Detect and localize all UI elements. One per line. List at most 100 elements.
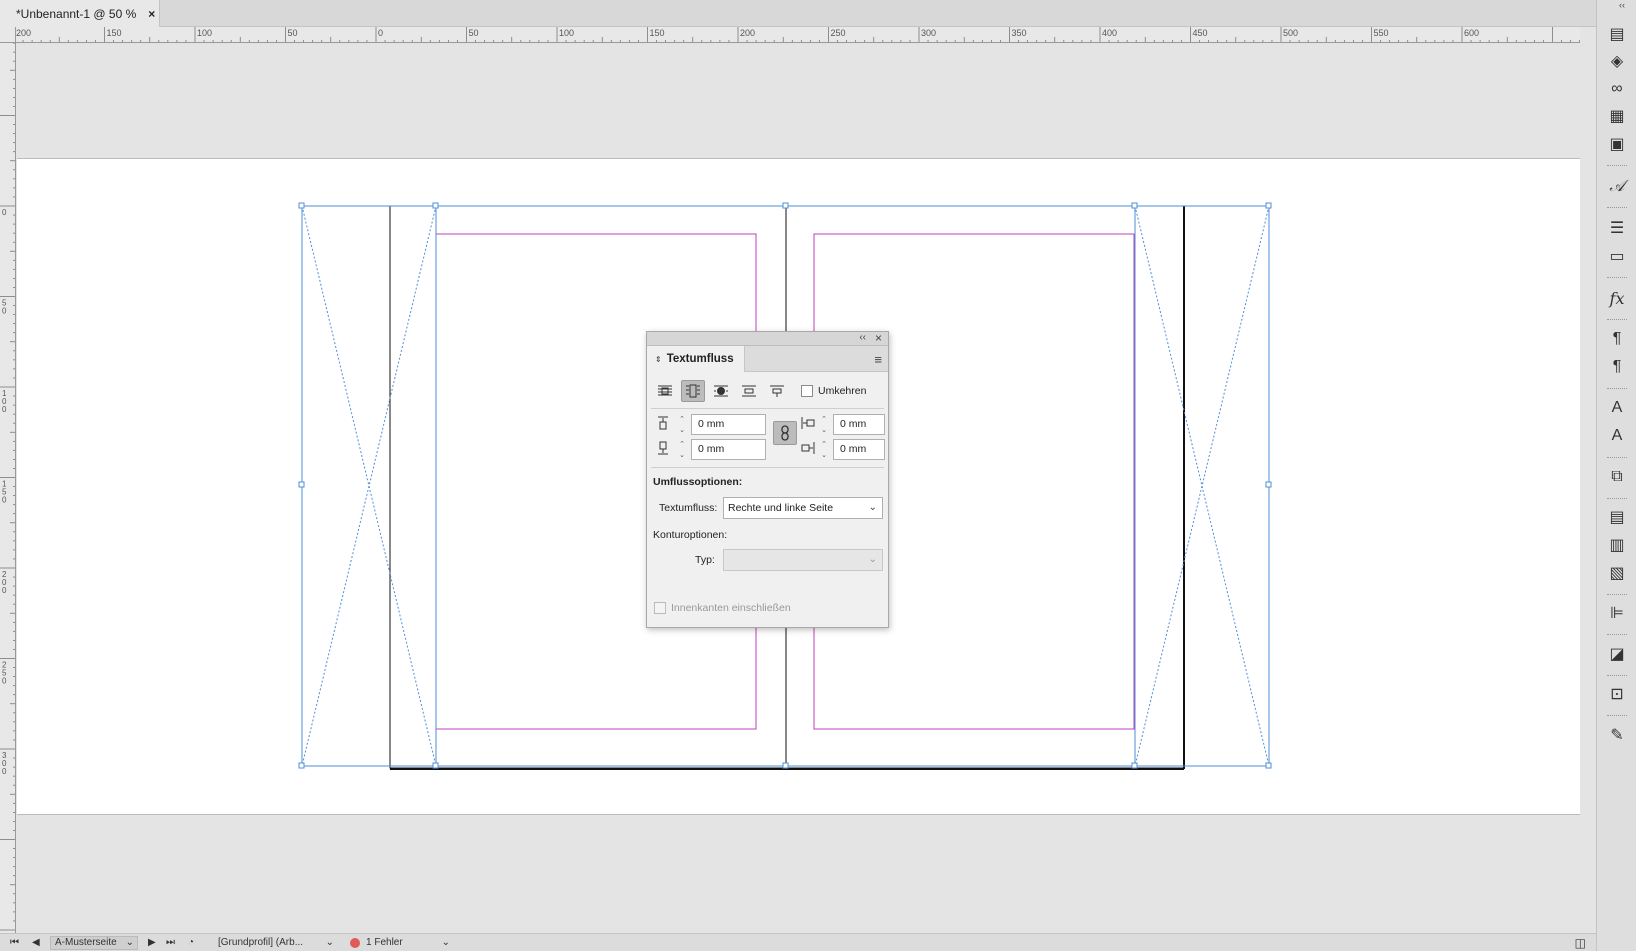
right-offset-field[interactable]: 0 mm [833, 439, 885, 460]
left-offset-stepper[interactable]: ⌃ ⌄ [817, 414, 831, 435]
invert-label: Umkehren [818, 385, 867, 397]
close-panel-icon[interactable]: × [875, 331, 882, 345]
chevron-down-icon: ⌄ [868, 502, 877, 513]
expand-dock-icon[interactable]: ‹‹ [1619, 0, 1625, 10]
handle-br [1265, 762, 1272, 769]
chevron-down-icon: ⌄ [868, 554, 877, 565]
open-page-icon[interactable]: ◔ [188, 937, 202, 948]
wrap-bounding-box-icon [686, 384, 700, 398]
collapse-panel-icon[interactable]: ‹‹ [859, 332, 866, 343]
dock-separator [1607, 165, 1627, 167]
previous-page-icon[interactable]: ◀ [32, 937, 42, 948]
left-offset-icon [801, 417, 815, 429]
object-styles-icon[interactable]: ⧉ [1605, 466, 1629, 488]
character-icon[interactable]: A [1605, 397, 1629, 419]
effects-icon[interactable]: fx [1605, 287, 1629, 309]
preflight-errors[interactable]: 1 Fehler ⌄ [350, 937, 450, 948]
panel-titlebar[interactable]: ‹‹ × [647, 331, 888, 346]
dock-separator [1607, 457, 1627, 459]
panel-divider-2 [651, 467, 884, 468]
include-inside-edges-checkbox[interactable] [654, 602, 666, 614]
stroke-icon[interactable]: ☰ [1605, 217, 1629, 239]
handle-tl [298, 202, 305, 209]
table-styles-icon[interactable]: ▥ [1605, 534, 1629, 556]
jump-next-column-icon [770, 385, 784, 397]
table-icon[interactable]: ▤ [1605, 506, 1629, 528]
dock-separator [1607, 319, 1627, 321]
first-page-icon[interactable]: ⏮ [10, 937, 24, 948]
text-wrap-panel[interactable]: ‹‹ × ⇕ Textumfluss ≡ Umkehren ⌃ ⌄ 0 mm ⌃ ⌄… [646, 331, 889, 628]
align-icon[interactable]: ⊫ [1605, 602, 1629, 624]
wrap-to-value: Rechte und linke Seite [728, 502, 834, 514]
type-label: Typ: [695, 554, 715, 566]
wrap-to-select[interactable]: Rechte und linke Seite ⌄ [723, 497, 883, 519]
bottom-offset-stepper[interactable]: ⌃ ⌄ [675, 439, 689, 460]
right-offset-icon [801, 442, 815, 454]
contour-options-heading: Konturoptionen: [653, 529, 728, 541]
preflight-profile-select[interactable]: [Grundprofil] (Arb... ⌄ [218, 937, 334, 948]
paragraph-icon[interactable]: ¶ [1605, 328, 1629, 350]
panel-menu-icon[interactable]: ≡ [874, 352, 882, 367]
character-styles-icon[interactable]: 𝒜 [1605, 175, 1629, 197]
handle-mr [1265, 481, 1272, 488]
next-page-icon[interactable]: ▶ [148, 937, 158, 948]
handle-bl [298, 762, 305, 769]
layers-icon[interactable]: ◈ [1605, 50, 1629, 72]
tab-text-wrap[interactable]: ⇕ Textumfluss [647, 346, 745, 372]
invert-checkbox[interactable] [801, 385, 813, 397]
no-wrap-button[interactable] [653, 380, 677, 402]
link-offsets-button[interactable] [773, 421, 797, 445]
right-offset-stepper[interactable]: ⌃ ⌄ [817, 439, 831, 460]
wrap-bounding-box-button[interactable] [681, 380, 705, 402]
jump-next-column-button[interactable] [765, 380, 789, 402]
gradient-icon[interactable]: ▭ [1605, 245, 1629, 267]
panel-tab-row: ⇕ Textumfluss ≡ [647, 346, 888, 372]
chevron-down-icon: ⌄ [325, 937, 334, 948]
dock-separator [1607, 207, 1627, 209]
status-bar: ⏮ ◀ A-Musterseite ⌄ ▶ ⏭ ◔ [Grundprofil] … [0, 933, 1596, 951]
libraries-icon[interactable]: ▦ [1605, 105, 1629, 127]
layout-toggle-icon[interactable]: ◫ [1575, 936, 1586, 950]
bottom-offset-field[interactable]: 0 mm [691, 439, 766, 460]
handle-tm [782, 202, 789, 209]
jump-object-button[interactable] [737, 380, 761, 402]
error-count: 1 Fehler [366, 937, 403, 948]
preflight-profile: [Grundprofil] (Arb... [218, 937, 304, 948]
left-offset-field[interactable]: 0 mm [833, 414, 885, 435]
handle-inner-r [1131, 202, 1138, 209]
page-number-field[interactable]: A-Musterseite ⌄ [50, 935, 138, 950]
handle-inner-rb [1131, 762, 1138, 769]
last-page-icon[interactable]: ⏭ [166, 937, 180, 948]
top-offset-icon [658, 416, 668, 430]
chevron-down-icon: ⌄ [125, 937, 134, 948]
cell-styles-icon[interactable]: ▧ [1605, 562, 1629, 584]
bottom-offset-icon [658, 441, 668, 455]
handle-bm [782, 762, 789, 769]
cc-libraries-icon[interactable]: ▣ [1605, 133, 1629, 155]
top-offset-field[interactable]: 0 mm [691, 414, 766, 435]
type-select[interactable]: ⌄ [723, 549, 883, 571]
tab-grip-icon: ⇕ [655, 354, 662, 364]
pages-icon[interactable]: ▤ [1605, 23, 1629, 45]
chain-link-icon [781, 425, 789, 441]
wrap-object-shape-button[interactable] [709, 380, 733, 402]
panel-dock: ‹‹ ▤ ◈ ∞ ▦ ▣ 𝒜 ☰ ▭ fx ¶ ¶ A A ⧉ ▤ ▥ ▧ ⊫ … [1596, 0, 1636, 951]
handle-inner-lb [432, 762, 439, 769]
character-style-icon[interactable]: A [1605, 425, 1629, 447]
panel-divider [651, 408, 884, 409]
jump-object-icon [742, 385, 756, 397]
pathfinder-icon[interactable]: ◪ [1605, 643, 1629, 665]
swatches-icon[interactable]: ✎ [1605, 724, 1629, 746]
text-wrap-icon[interactable]: ⊡ [1605, 683, 1629, 705]
top-offset-stepper[interactable]: ⌃ ⌄ [675, 414, 689, 435]
dock-separator [1607, 675, 1627, 677]
wrap-options-heading: Umflussoptionen: [653, 476, 743, 488]
chevron-down-icon: ⌄ [441, 937, 450, 948]
no-wrap-icon [658, 385, 672, 396]
tab-text-wrap-label: Textumfluss [666, 353, 734, 365]
paragraph-styles-icon[interactable]: ¶ [1605, 356, 1629, 378]
handle-tr [1265, 202, 1272, 209]
dock-separator [1607, 388, 1627, 390]
links-icon[interactable]: ∞ [1605, 78, 1629, 100]
dock-separator [1607, 715, 1627, 717]
